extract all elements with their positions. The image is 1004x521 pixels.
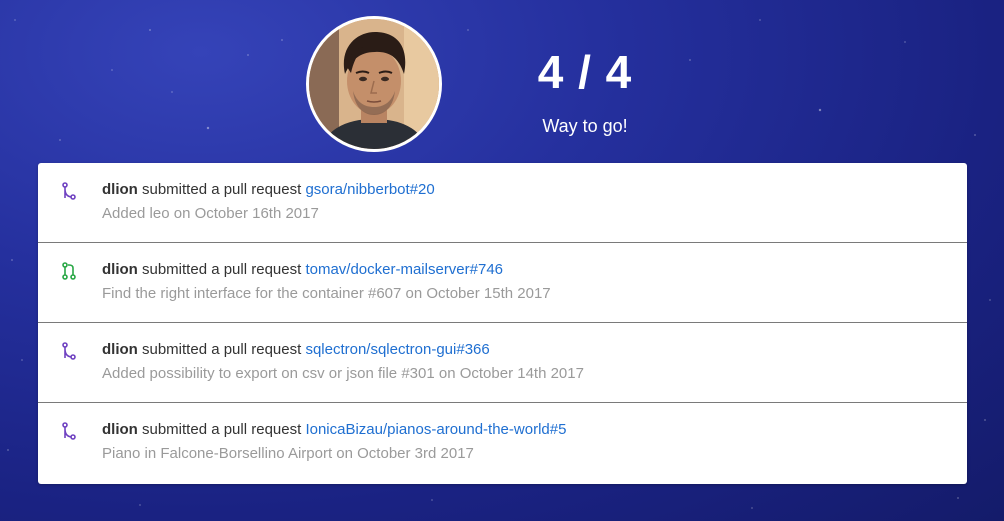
- activity-detail: Find the right interface for the contain…: [102, 285, 551, 302]
- git-merge-icon: [62, 342, 76, 360]
- activity-headline: dlion submitted a pull request tomav/doc…: [102, 260, 503, 280]
- encouragement-message: Way to go!: [542, 116, 628, 136]
- activity-headline: dlion submitted a pull request IonicaBiz…: [102, 420, 566, 440]
- username[interactable]: dlion: [102, 181, 138, 198]
- pull-request-link[interactable]: tomav/docker-mailserver#746: [305, 261, 503, 278]
- activity-detail: Added possibility to export on csv or js…: [102, 365, 584, 382]
- avatar: [306, 16, 442, 152]
- activity-detail: Piano in Falcone-Borsellino Airport on O…: [102, 445, 474, 462]
- username[interactable]: dlion: [102, 261, 138, 278]
- activity-headline: dlion submitted a pull request gsora/nib…: [102, 180, 435, 200]
- pull-request-link[interactable]: sqlectron/sqlectron-gui#366: [305, 341, 489, 358]
- score-counter: 4 / 4: [537, 46, 633, 98]
- activity-action: submitted a pull request: [142, 261, 302, 278]
- list-item: dlion submitted a pull request tomav/doc…: [38, 243, 967, 323]
- user-photo: [309, 19, 439, 149]
- username[interactable]: dlion: [102, 421, 138, 438]
- activity-action: submitted a pull request: [142, 341, 302, 358]
- activity-feed: dlion submitted a pull request gsora/nib…: [38, 163, 967, 484]
- git-merge-icon: [62, 422, 76, 440]
- list-item: dlion submitted a pull request sqlectron…: [38, 323, 967, 403]
- git-pull-request-icon: [62, 262, 76, 280]
- list-item: dlion submitted a pull request gsora/nib…: [38, 163, 967, 243]
- list-item: dlion submitted a pull request IonicaBiz…: [38, 403, 967, 484]
- username[interactable]: dlion: [102, 341, 138, 358]
- activity-detail: Added leo on October 16th 2017: [102, 205, 319, 222]
- pull-request-link[interactable]: IonicaBizau/pianos-around-the-world#5: [305, 421, 566, 438]
- activity-action: submitted a pull request: [142, 421, 302, 438]
- activity-action: submitted a pull request: [142, 181, 302, 198]
- pull-request-link[interactable]: gsora/nibberbot#20: [305, 181, 434, 198]
- git-merge-icon: [62, 182, 76, 200]
- activity-headline: dlion submitted a pull request sqlectron…: [102, 340, 490, 360]
